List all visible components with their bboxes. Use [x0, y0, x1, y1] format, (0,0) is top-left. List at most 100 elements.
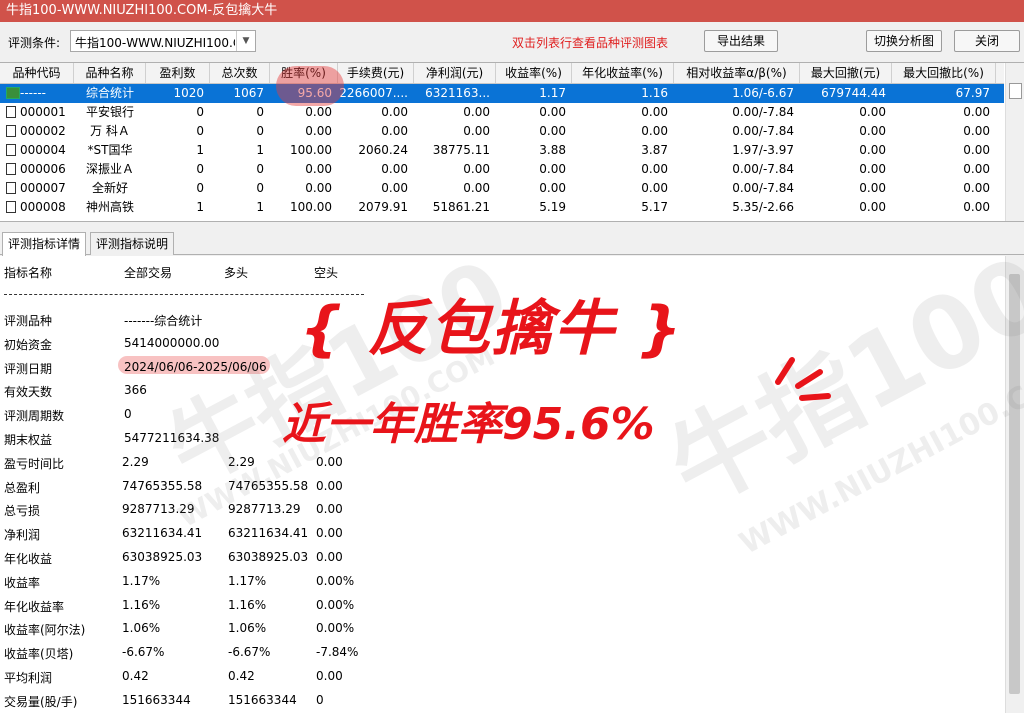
table-cell: 0: [256, 105, 264, 119]
document-icon: [6, 125, 16, 137]
table-row[interactable]: 000002 万 科Ａ 0 0 0.00 0.00 0.00 0.00 0.00 0.00/-7.…: [0, 122, 1004, 141]
table-cell: 0.00: [963, 124, 990, 138]
detail-short: 0: [316, 692, 324, 707]
column-header[interactable]: 年化收益率(%): [572, 63, 674, 83]
table-cell: 0.00/-7.84: [732, 162, 794, 176]
table-cell: 0.00: [381, 162, 408, 176]
column-header[interactable]: 最大回撤(元): [800, 63, 892, 83]
document-icon: [6, 163, 16, 175]
table-cell: 2266007....: [339, 86, 408, 100]
table-row-summary[interactable]: ------ 综合统计 1020 1067 95.60 2266007.... 632116…: [0, 84, 1004, 103]
table-cell: 0.00: [305, 181, 332, 195]
detail-name: 总亏损: [4, 504, 41, 519]
table-cell: 全新好: [91, 181, 128, 195]
column-header[interactable]: 最大回撤比(%): [892, 63, 996, 83]
condition-value: 牛指100-WWW.NIUZHI100.COM: [75, 36, 235, 50]
detail-scroll-thumb[interactable]: [1009, 274, 1020, 694]
table-cell: 0.00: [859, 181, 886, 195]
column-header[interactable]: 品种代码: [0, 63, 74, 83]
detail-name: 期末权益: [4, 433, 53, 447]
column-header[interactable]: 净利润(元): [414, 63, 496, 83]
table-cell: 0.00: [859, 143, 886, 157]
toolbar: 评测条件: 牛指100-WWW.NIUZHI100.COM ▼ 双击列表行查看品…: [0, 24, 1024, 62]
detail-all: 366: [124, 383, 147, 398]
table-cell: 0: [196, 105, 204, 119]
table-cell: 0.00: [963, 143, 990, 157]
table-row[interactable]: 000001 平安银行 0 0 0.00 0.00 0.00 0.00 0.00 0.00/-7.…: [0, 103, 1004, 122]
table-cell: 1: [196, 200, 204, 214]
table-cell: 1020: [173, 86, 204, 100]
detail-header-long: 多头: [224, 266, 249, 280]
chevron-down-icon[interactable]: ▼: [236, 31, 255, 51]
table-cell: 100.00: [290, 200, 332, 214]
table-cell: 000007: [20, 181, 66, 195]
detail-long: 63211634.41: [228, 526, 309, 541]
table-cell: 0.00: [305, 162, 332, 176]
detail-name: 评测周期数: [4, 409, 65, 424]
table-cell: 3.87: [641, 143, 668, 157]
table-cell: 51861.21: [432, 200, 490, 214]
table-cell: 0: [196, 124, 204, 138]
column-header[interactable]: 相对收益率α/β(%): [674, 63, 800, 83]
detail-name: 收益率(贝塔): [4, 647, 74, 662]
window-titlebar: 牛指100-WWW.NIUZHI100.COM-反包擒大牛: [0, 0, 1024, 22]
table-cell: 万 科Ａ: [90, 124, 130, 138]
grid-header: 品种代码 品种名称 盈利数 总次数 胜率(%) 手续费(元) 净利润(元) 收益率(%) 年化收…: [0, 63, 1004, 84]
detail-short: -7.84%: [316, 645, 359, 660]
results-grid[interactable]: 品种代码 品种名称 盈利数 总次数 胜率(%) 手续费(元) 净利润(元) 收益率(%) 年化收…: [0, 62, 1024, 222]
table-row[interactable]: 000004 *ST国华 1 1 100.00 2060.24 38775.11 3.88 3.…: [0, 141, 1004, 160]
table-row[interactable]: 000007 全新好 0 0 0.00 0.00 0.00 0.00 0.00 0.00/-7.8…: [0, 179, 1004, 198]
table-cell: 0.00: [539, 124, 566, 138]
detail-all: -------综合统计: [124, 314, 203, 328]
column-header[interactable]: 总次数: [210, 63, 270, 83]
detail-short: 0.00%: [316, 597, 355, 612]
detail-all: -6.67%: [122, 645, 165, 660]
column-header[interactable]: 盈利数: [146, 63, 210, 83]
table-cell: 1.16: [641, 86, 668, 100]
table-cell: 0.00: [463, 105, 490, 119]
detail-all: 9287713.29: [122, 502, 195, 517]
condition-select[interactable]: 牛指100-WWW.NIUZHI100.COM ▼: [70, 30, 256, 52]
detail-all: 74765355.58: [122, 478, 203, 493]
table-cell: 2060.24: [358, 143, 408, 157]
table-cell: 000002: [20, 124, 66, 138]
burst-icon: [775, 357, 831, 401]
window-title: 牛指100-WWW.NIUZHI100.COM-反包擒大牛: [6, 3, 278, 18]
table-row[interactable]: 000006 深振业Ａ 0 0 0.00 0.00 0.00 0.00 0.00 0.00/-7.…: [0, 160, 1004, 179]
grid-scroll-thumb[interactable]: [1009, 83, 1022, 99]
tab-metric-details[interactable]: 评测指标详情: [2, 232, 87, 256]
table-cell: 0: [256, 124, 264, 138]
table-cell: 0.00: [305, 124, 332, 138]
detail-scrollbar[interactable]: [1005, 256, 1024, 713]
table-cell: 综合统计: [85, 86, 134, 100]
column-header[interactable]: 手续费(元): [338, 63, 414, 83]
detail-header-name: 指标名称: [4, 266, 53, 280]
column-header[interactable]: 品种名称: [74, 63, 146, 83]
table-row[interactable]: 000008 神州高铁 1 1 100.00 2079.91 51861.21 5.19 5.1…: [0, 198, 1004, 217]
export-button[interactable]: 导出结果: [704, 30, 778, 52]
table-cell: 0.00: [641, 105, 668, 119]
document-icon: [6, 182, 16, 194]
table-cell: 0.00/-7.84: [732, 105, 794, 119]
table-cell: 0.00: [641, 181, 668, 195]
detail-name: 收益率: [4, 575, 41, 590]
table-cell: 000001: [20, 105, 66, 119]
detail-long: -6.67%: [228, 645, 271, 660]
close-button[interactable]: 关闭: [954, 30, 1020, 52]
table-cell: 平安银行: [85, 105, 134, 119]
detail-all: 1.06%: [122, 621, 161, 636]
tab-metric-description[interactable]: 评测指标说明: [90, 232, 175, 255]
table-cell: 0: [256, 162, 264, 176]
detail-all: 5414000000.00: [124, 335, 220, 350]
table-cell: 0: [196, 181, 204, 195]
table-cell: 1: [196, 143, 204, 157]
detail-long: 1.17%: [228, 573, 267, 588]
column-header[interactable]: 收益率(%): [496, 63, 572, 83]
switch-chart-button[interactable]: 切换分析图: [866, 30, 942, 52]
table-cell: 0.00: [539, 162, 566, 176]
table-cell: 0.00: [641, 124, 668, 138]
detail-short: 0.00%: [316, 621, 355, 636]
table-cell: 神州高铁: [85, 200, 134, 214]
grid-scrollbar[interactable]: [1005, 63, 1024, 221]
detail-name: 总盈利: [4, 480, 41, 495]
